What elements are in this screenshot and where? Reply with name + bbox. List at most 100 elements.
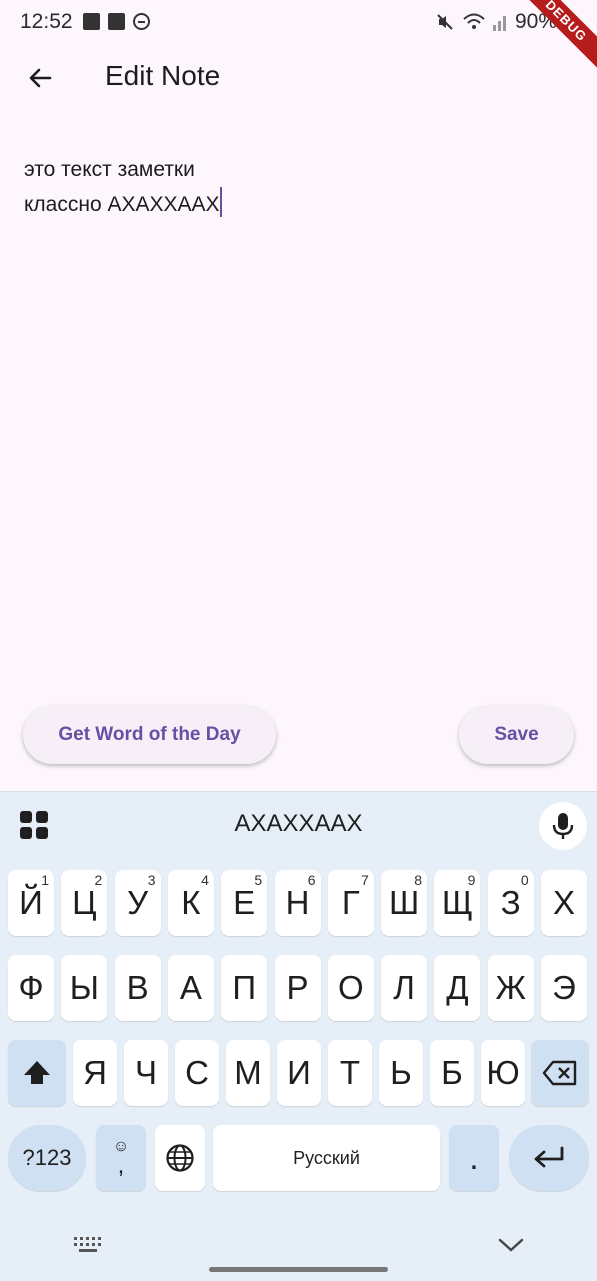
key-row2-4[interactable]: П [221,955,268,1021]
key-row1-7[interactable]: Ш8 [381,870,428,936]
key-row3-1[interactable]: Ч [124,1040,168,1106]
comma-label: , [117,1152,125,1179]
language-key[interactable] [155,1125,205,1191]
app-bar: Edit Note [0,46,597,110]
checkbox-icon [108,13,125,30]
suggestion-word[interactable]: АХАХХААХ [0,810,597,838]
key-row1-1[interactable]: Ц2 [61,870,108,936]
key-label: А [179,969,202,1006]
shift-icon [24,1061,50,1084]
key-number-hint: 5 [254,872,263,888]
hide-keyboard-chevron-icon[interactable] [498,1237,524,1253]
shift-key[interactable] [8,1040,66,1106]
key-label: З [500,884,521,921]
key-row3-6[interactable]: Ь [379,1040,423,1106]
backspace-icon [542,1060,577,1086]
signal-icon [492,16,506,31]
key-number-hint: 6 [307,872,316,888]
key-row2-10[interactable]: Э [541,955,587,1021]
key-number-hint: 9 [467,872,476,888]
enter-icon [534,1146,564,1168]
key-row1-10[interactable]: Х [541,870,587,936]
key-row2-8[interactable]: Д [434,955,481,1021]
keyboard-switch-icon[interactable] [74,1237,104,1253]
key-label: Ч [135,1054,157,1091]
key-row1-3[interactable]: К4 [167,870,214,936]
key-number-hint: 4 [201,872,209,888]
key-label: О [337,969,364,1006]
key-row3-0[interactable]: Я [73,1040,117,1106]
key-label: П [232,969,257,1006]
wifi-icon [463,13,485,29]
key-label: Ф [18,969,44,1006]
key-row2-6[interactable]: О [327,955,374,1021]
key-label: Б [441,1054,463,1091]
note-line-2: классно АХАХХААХ [24,193,220,216]
key-row2-2[interactable]: В [114,955,161,1021]
key-label: Ы [69,969,99,1006]
key-row3-5[interactable]: Т [328,1040,372,1106]
key-row1-2[interactable]: У3 [114,870,161,936]
note-line-2-container: классно АХАХХААХ [24,187,574,222]
key-row3-8[interactable]: Ю [481,1040,525,1106]
key-label: Ю [486,1054,520,1091]
key-label: Н [285,884,310,921]
key-row1-8[interactable]: Щ9 [434,870,481,936]
backspace-key[interactable] [531,1040,589,1106]
key-label: У [127,884,149,921]
key-row3-4[interactable]: И [277,1040,321,1106]
on-screen-keyboard: АХАХХААХ Й1Ц2У3К4Е5Н6Г7Ш8Щ9З0Х ФЫВАПРОЛД… [0,791,597,1281]
space-key[interactable]: Русский [213,1125,440,1191]
period-key[interactable]: . [449,1125,499,1191]
key-label: Й [19,884,43,921]
key-row1-4[interactable]: Е5 [221,870,268,936]
page-title: Edit Note [105,60,221,91]
notification-icons [83,13,150,30]
key-row1-5[interactable]: Н6 [274,870,321,936]
key-number-hint: 3 [147,872,156,888]
key-label: Э [552,969,576,1006]
microphone-button[interactable] [539,802,587,850]
key-row2-7[interactable]: Л [381,955,428,1021]
save-button[interactable]: Save [459,706,574,764]
note-text-field[interactable]: это текст заметки классно АХАХХААХ [24,152,574,222]
key-label: Т [339,1054,361,1091]
enter-key[interactable] [509,1125,589,1191]
key-label: Ж [495,969,526,1006]
globe-icon [166,1144,194,1172]
home-indicator[interactable] [209,1267,388,1272]
status-time: 12:52 [20,10,73,33]
text-cursor [219,187,222,217]
get-word-of-day-button[interactable]: Get Word of the Day [23,706,276,764]
navigation-bar [0,1225,597,1265]
key-label: Е [233,884,256,921]
keyboard-suggestion-strip: АХАХХААХ [0,792,597,858]
key-label: К [181,884,201,921]
key-label: Р [286,969,309,1006]
key-row2-0[interactable]: Ф [8,955,54,1021]
key-row2-3[interactable]: А [167,955,214,1021]
key-row3-3[interactable]: М [226,1040,270,1106]
status-bar: 12:52 90% DEBUG [0,0,597,75]
symbols-key[interactable]: ?123 [8,1125,86,1191]
key-row1-9[interactable]: З0 [487,870,534,936]
key-row3-7[interactable]: Б [430,1040,474,1106]
key-number-hint: 1 [41,872,49,888]
key-label: Я [83,1054,107,1091]
back-button[interactable] [20,58,60,98]
key-label: С [185,1054,209,1091]
key-row2-9[interactable]: Ж [487,955,534,1021]
key-row1-0[interactable]: Й1 [8,870,54,936]
key-row2-1[interactable]: Ы [61,955,108,1021]
key-row2-5[interactable]: Р [274,955,321,1021]
key-row1-6[interactable]: Г7 [327,870,374,936]
key-label: М [234,1054,262,1091]
note-line-1: это текст заметки [24,158,195,181]
key-number-hint: 7 [361,872,369,888]
emoji-comma-key[interactable]: ☺ , [96,1125,146,1191]
key-label: И [287,1054,311,1091]
key-row3-2[interactable]: С [175,1040,219,1106]
key-label: Ь [390,1054,412,1091]
key-number-hint: 2 [94,872,103,888]
key-label: Щ [441,884,473,921]
